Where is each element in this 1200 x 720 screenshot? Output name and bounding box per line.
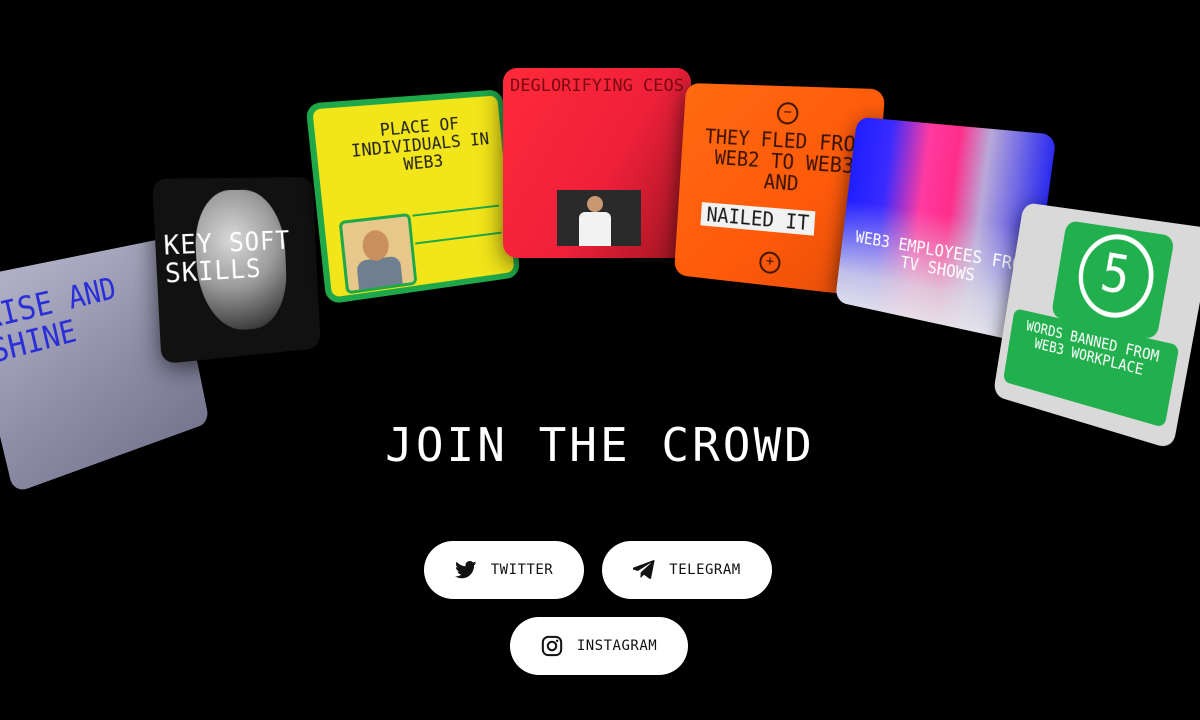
card-five-words-banned[interactable]: 5 WORDS BANNED FROM WEB3 WORKPLACE (992, 202, 1200, 450)
card-title: PLACE OF INDIVIDUALS IN WEB3 (350, 114, 491, 175)
twitter-button[interactable]: TWITTER (424, 541, 584, 599)
minus-icon: − (776, 101, 800, 125)
plus-icon: + (758, 250, 782, 275)
card-title: DEGLORIFYING CEOS (510, 76, 684, 96)
number-five: 5 (1072, 229, 1161, 326)
twitter-label: TWITTER (490, 562, 554, 578)
card-label (415, 231, 502, 249)
instagram-label: INSTAGRAM (576, 638, 658, 654)
person-photo (338, 212, 418, 295)
twitter-icon (454, 561, 477, 579)
card-deglorifying-ceos[interactable]: DEGLORIFYING CEOS (503, 68, 691, 258)
person-photo (557, 190, 641, 246)
telegram-icon (633, 560, 655, 580)
card-label (412, 204, 500, 221)
card-key-soft-skills[interactable]: KEY SOFT SKILLS (152, 177, 321, 365)
card-place-of-individuals[interactable]: PLACE OF INDIVIDUALS IN WEB3 (305, 89, 521, 305)
instagram-icon (541, 635, 563, 657)
instagram-button[interactable]: INSTAGRAM (510, 617, 688, 675)
highlight-label: NAILED IT (700, 202, 816, 236)
page-title: JOIN THE CROWD (385, 418, 815, 472)
card-title: RISE AND SHINE (0, 271, 120, 371)
telegram-button[interactable]: TELEGRAM (602, 541, 772, 599)
card-title: KEY SOFT SKILLS (162, 226, 291, 291)
page: RISE AND SHINE KEY SOFT SKILLS PLACE OF … (0, 0, 1200, 720)
telegram-label: TELEGRAM (669, 562, 741, 578)
